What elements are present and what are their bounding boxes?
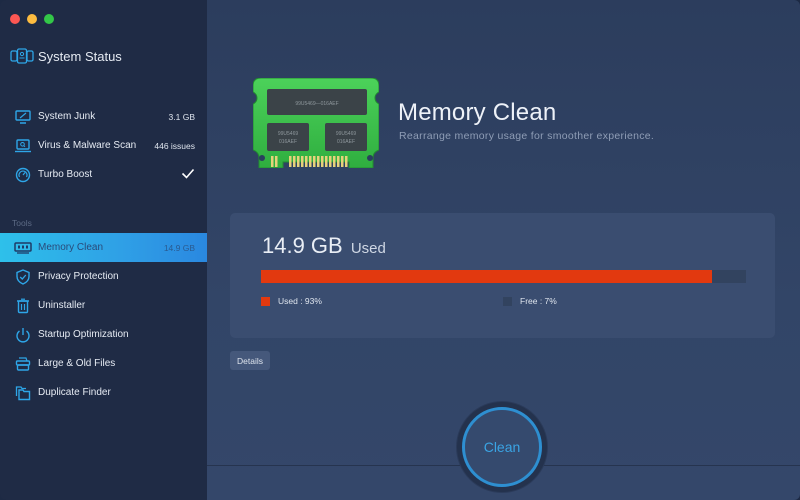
page-subtitle: Rearrange memory usage for smoother expe…	[399, 130, 655, 142]
legend-free: Free : 7%	[503, 296, 557, 306]
junk-size: 3.1 GB	[168, 111, 195, 122]
svg-text:99U5469: 99U5469	[278, 131, 299, 137]
sidebar-item-label: Duplicate Finder	[38, 387, 111, 398]
memory-usage-bar-fill	[261, 270, 713, 283]
details-button[interactable]: Details	[230, 351, 270, 370]
svg-text:016AEF: 016AEF	[337, 139, 355, 145]
memory-used-amount: 14.9 GB	[262, 233, 343, 258]
legend-free-swatch	[503, 296, 512, 306]
speedometer-icon	[14, 166, 32, 184]
minimize-window-button[interactable]	[27, 14, 37, 24]
sidebar-item-system-junk[interactable]: System Junk 3.1 GB	[0, 102, 207, 131]
memory-used-suffix: Used	[350, 240, 386, 257]
monitor-broom-icon	[14, 108, 32, 126]
issues-count: 446 issues	[154, 140, 195, 151]
zoom-window-button[interactable]	[44, 14, 54, 24]
shield-check-icon	[14, 268, 32, 286]
close-window-button[interactable]	[10, 14, 20, 24]
memory-usage-panel: 14.9 GB Used Used : 93% Free : 7%	[230, 213, 775, 338]
power-icon	[14, 326, 32, 344]
sidebar-item-privacy-protection[interactable]: Privacy Protection	[0, 262, 207, 291]
sidebar-item-label: Privacy Protection	[38, 271, 119, 282]
sidebar-item-uninstaller[interactable]: Uninstaller	[0, 291, 207, 320]
trash-icon	[14, 297, 32, 315]
memory-used-size: 14.9 GB	[163, 242, 195, 253]
sidebar-item-label: Large & Old Files	[38, 358, 116, 369]
system-status-icon	[10, 48, 34, 64]
sidebar: System Status System Junk 3.1 GB Virus &…	[0, 0, 207, 500]
sidebar-item-startup-optimization[interactable]: Startup Optimization	[0, 320, 207, 349]
sidebar-item-label: Startup Optimization	[38, 329, 129, 340]
sidebar-item-memory-clean[interactable]: Memory Clean 14.9 GB	[0, 233, 207, 262]
svg-text:99U5469—016AEF: 99U5469—016AEF	[295, 101, 338, 107]
legend-free-label: Free : 7%	[520, 296, 557, 306]
legend-used-swatch	[261, 296, 270, 306]
file-drawer-icon	[14, 355, 32, 373]
page-title: Memory Clean	[398, 99, 557, 126]
memory-used-readout: 14.9 GB Used	[262, 233, 386, 259]
clean-button[interactable]: Clean	[462, 407, 542, 487]
sidebar-item-turbo-boost[interactable]: Turbo Boost	[0, 160, 207, 189]
sidebar-item-label: Uninstaller	[38, 300, 86, 311]
sidebar-item-duplicate-finder[interactable]: Duplicate Finder	[0, 378, 207, 407]
clean-button-well: Clean	[456, 401, 548, 493]
legend-used-label: Used : 93%	[278, 296, 322, 306]
sidebar-item-label: Memory Clean	[38, 242, 104, 253]
window-controls	[10, 14, 54, 24]
system-status-label: System Status	[38, 48, 122, 64]
main-panel: 99U5469—016AEF 99U5469 016AEF 99U5469 01…	[207, 0, 800, 500]
checkmark-icon	[181, 168, 195, 181]
svg-text:016AEF: 016AEF	[279, 139, 297, 145]
memory-usage-bar	[261, 270, 746, 283]
sidebar-item-label: Virus & Malware Scan	[38, 140, 137, 151]
sidebar-item-label: System Junk	[38, 111, 96, 122]
legend-used: Used : 93%	[261, 296, 322, 306]
system-status-header[interactable]: System Status	[10, 48, 122, 64]
duplicate-folders-icon	[14, 384, 32, 402]
tools-section-label: Tools	[12, 218, 32, 228]
sidebar-item-large-old-files[interactable]: Large & Old Files	[0, 349, 207, 378]
ram-module-icon: 99U5469—016AEF 99U5469 016AEF 99U5469 01…	[252, 77, 380, 173]
ram-chip-icon	[14, 239, 32, 257]
app-window: System Status System Junk 3.1 GB Virus &…	[0, 0, 800, 500]
svg-text:99U5469: 99U5469	[336, 131, 357, 137]
sidebar-item-label: Turbo Boost	[38, 169, 93, 180]
sidebar-item-virus-scan[interactable]: Virus & Malware Scan 446 issues	[0, 131, 207, 160]
laptop-search-icon	[14, 137, 32, 155]
